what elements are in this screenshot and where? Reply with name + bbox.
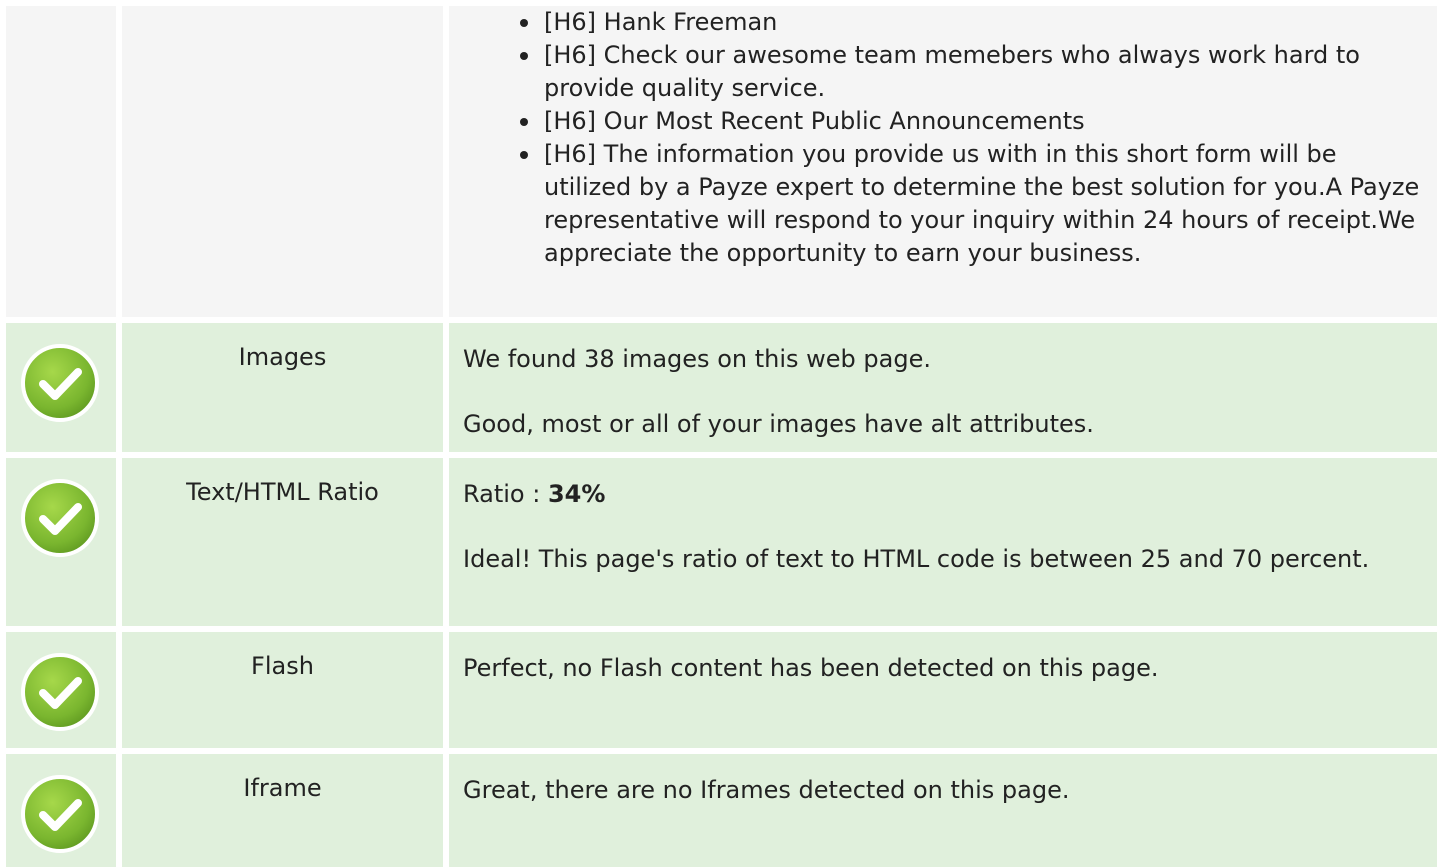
heading-item: [H6] Check our awesome team memebers who… (520, 39, 1423, 105)
images-count-text: We found 38 images on this web page. (463, 345, 931, 373)
heading-item: [H6] Our Most Recent Public Announcement… (520, 105, 1423, 138)
status-cell (6, 323, 116, 452)
row-label: Flash (122, 632, 443, 748)
iframe-text: Great, there are no Iframes detected on … (463, 776, 1070, 804)
images-alt-text: Good, most or all of your images have al… (463, 410, 1094, 438)
headings-content: [H6] Hank Freeman [H6] Check our awesome… (449, 6, 1437, 317)
status-cell (6, 754, 116, 867)
flash-row: Flash Perfect, no Flash content has been… (6, 632, 1437, 748)
ratio-line: Ratio : 34% (463, 478, 1423, 511)
flash-content: Perfect, no Flash content has been detec… (449, 632, 1437, 748)
ratio-value: 34% (547, 480, 606, 508)
headings-row: [H6] Hank Freeman [H6] Check our awesome… (6, 6, 1437, 317)
check-circle-icon (21, 653, 99, 731)
status-cell (6, 458, 116, 626)
heading-item: [H6] Hank Freeman (520, 6, 1423, 39)
row-label: Iframe (122, 754, 443, 867)
ratio-content: Ratio : 34% Ideal! This page's ratio of … (449, 458, 1437, 626)
status-cell-empty (6, 6, 116, 317)
ratio-description: Ideal! This page's ratio of text to HTML… (463, 545, 1370, 573)
images-content: We found 38 images on this web page. Goo… (449, 323, 1437, 452)
row-label: Images (122, 323, 443, 452)
iframe-content: Great, there are no Iframes detected on … (449, 754, 1437, 867)
seo-report-table: [H6] Hank Freeman [H6] Check our awesome… (6, 6, 1437, 867)
status-cell (6, 632, 116, 748)
headings-list: [H6] Hank Freeman [H6] Check our awesome… (463, 6, 1423, 270)
heading-item: [H6] The information you provide us with… (520, 138, 1423, 270)
ratio-prefix: Ratio : (463, 480, 548, 508)
check-circle-icon (21, 775, 99, 853)
check-circle-icon (21, 479, 99, 557)
text-html-ratio-row: Text/HTML Ratio Ratio : 34% Ideal! This … (6, 458, 1437, 626)
check-circle-icon (21, 344, 99, 422)
flash-text: Perfect, no Flash content has been detec… (463, 654, 1159, 682)
label-cell-empty (122, 6, 443, 317)
row-label: Text/HTML Ratio (122, 458, 443, 626)
images-row: Images We found 38 images on this web pa… (6, 323, 1437, 452)
iframe-row: Iframe Great, there are no Iframes detec… (6, 754, 1437, 867)
